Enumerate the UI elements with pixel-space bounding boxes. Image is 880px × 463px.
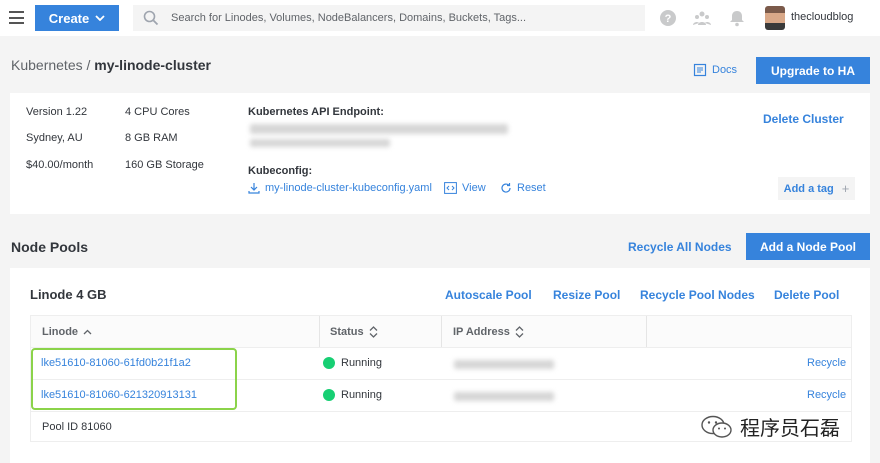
running-status-icon	[323, 389, 335, 402]
add-tag-label: Add a tag	[783, 182, 834, 195]
search-bar	[133, 5, 645, 31]
storage-text: 160 GB Storage	[125, 159, 204, 171]
reset-icon	[501, 183, 511, 193]
breadcrumb-separator: /	[86, 57, 91, 73]
plus-icon: +	[841, 181, 850, 196]
cluster-summary: Version 1.22 Sydney, AU $40.00/month 4 C…	[10, 93, 870, 214]
download-icon	[248, 183, 260, 194]
document-icon	[693, 63, 707, 77]
breadcrumb: Kubernetes / my-linode-cluster	[11, 57, 211, 73]
create-button-label: Create	[48, 10, 90, 26]
pool-title: Linode 4 GB	[30, 287, 107, 302]
chevron-down-icon	[95, 15, 105, 21]
page-title: my-linode-cluster	[94, 57, 211, 73]
status-cell: Running	[323, 389, 382, 402]
kubeconfig-reset-link[interactable]: Reset	[500, 182, 546, 194]
upgrade-ha-button[interactable]: Upgrade to HA	[756, 57, 870, 84]
kubeconfig-download-link[interactable]: my-linode-cluster-kubeconfig.yaml	[248, 182, 432, 194]
sort-ascending-icon	[83, 329, 92, 335]
column-divider	[319, 316, 320, 347]
column-ip-label: IP Address	[453, 326, 510, 338]
username[interactable]: thecloudblog	[791, 11, 853, 23]
column-header-ip[interactable]: IP Address	[453, 326, 524, 338]
help-icon[interactable]: ?	[659, 9, 677, 27]
svg-text:?: ?	[665, 13, 672, 25]
column-header-linode[interactable]: Linode	[42, 326, 92, 338]
search-input[interactable]	[171, 12, 631, 24]
search-icon	[143, 10, 159, 26]
recycle-node-button[interactable]: Recycle	[807, 389, 846, 401]
wechat-icon	[701, 415, 732, 438]
recycle-all-nodes-button[interactable]: Recycle All Nodes	[628, 240, 732, 254]
table-row: lke51610-81060-621320913131 Running Recy…	[30, 380, 852, 412]
ip-address-value	[454, 392, 554, 401]
sort-icon	[515, 326, 524, 338]
delete-pool-button[interactable]: Delete Pool	[774, 288, 839, 302]
recycle-pool-nodes-button[interactable]: Recycle Pool Nodes	[640, 288, 755, 302]
docs-label: Docs	[712, 64, 738, 76]
ram-text: 8 GB RAM	[125, 132, 178, 144]
status-text: Running	[341, 389, 382, 401]
delete-cluster-button[interactable]: Delete Cluster	[763, 112, 844, 126]
node-pools-title: Node Pools	[11, 239, 89, 255]
price-text: $40.00/month	[26, 159, 94, 171]
add-tag-button[interactable]: Add a tag +	[778, 177, 855, 200]
kubeconfig-filename: my-linode-cluster-kubeconfig.yaml	[265, 182, 432, 194]
column-header-status[interactable]: Status	[330, 326, 378, 338]
watermark: 程序员石磊	[700, 412, 840, 441]
status-text: Running	[341, 357, 382, 369]
column-linode-label: Linode	[42, 326, 79, 338]
linode-link[interactable]: lke51610-81060-61fd0b21f1a2	[41, 357, 191, 369]
breadcrumb-parent[interactable]: Kubernetes	[11, 57, 83, 73]
cpu-text: 4 CPU Cores	[125, 106, 190, 118]
watermark-text: 程序员石磊	[740, 416, 840, 440]
autoscale-pool-button[interactable]: Autoscale Pool	[445, 288, 532, 302]
table-row: lke51610-81060-61fd0b21f1a2 Running Recy…	[30, 348, 852, 380]
menu-icon[interactable]	[9, 11, 24, 24]
docs-link[interactable]: Docs	[693, 63, 737, 77]
column-status-label: Status	[330, 326, 364, 338]
pool-id-text: Pool ID 81060	[42, 421, 112, 433]
kubeconfig-view-link[interactable]: View	[444, 182, 486, 194]
kubeconfig-label: Kubeconfig:	[248, 165, 313, 177]
region-text: Sydney, AU	[26, 132, 83, 144]
status-cell: Running	[323, 357, 382, 370]
reset-label: Reset	[517, 182, 546, 194]
view-label: View	[462, 182, 486, 194]
community-icon[interactable]	[693, 9, 711, 27]
add-node-pool-button[interactable]: Add a Node Pool	[746, 233, 870, 260]
api-endpoint-value-line2	[250, 139, 390, 147]
recycle-node-button[interactable]: Recycle	[807, 357, 846, 369]
api-endpoint-label: Kubernetes API Endpoint:	[248, 106, 384, 118]
table-header: Linode Status IP Address	[30, 315, 852, 348]
code-view-icon	[444, 182, 457, 194]
running-status-icon	[323, 357, 335, 370]
column-divider	[441, 316, 442, 347]
version-text: Version 1.22	[26, 106, 88, 118]
sort-icon	[369, 326, 378, 338]
avatar[interactable]	[765, 6, 785, 30]
api-endpoint-value	[250, 124, 508, 134]
linode-link[interactable]: lke51610-81060-621320913131	[41, 389, 197, 401]
column-divider	[646, 316, 647, 347]
notifications-icon[interactable]	[728, 9, 746, 27]
top-bar: Create ? thecloudblog	[0, 0, 880, 36]
create-button[interactable]: Create	[35, 5, 119, 31]
resize-pool-button[interactable]: Resize Pool	[553, 288, 620, 302]
ip-address-value	[454, 360, 554, 369]
